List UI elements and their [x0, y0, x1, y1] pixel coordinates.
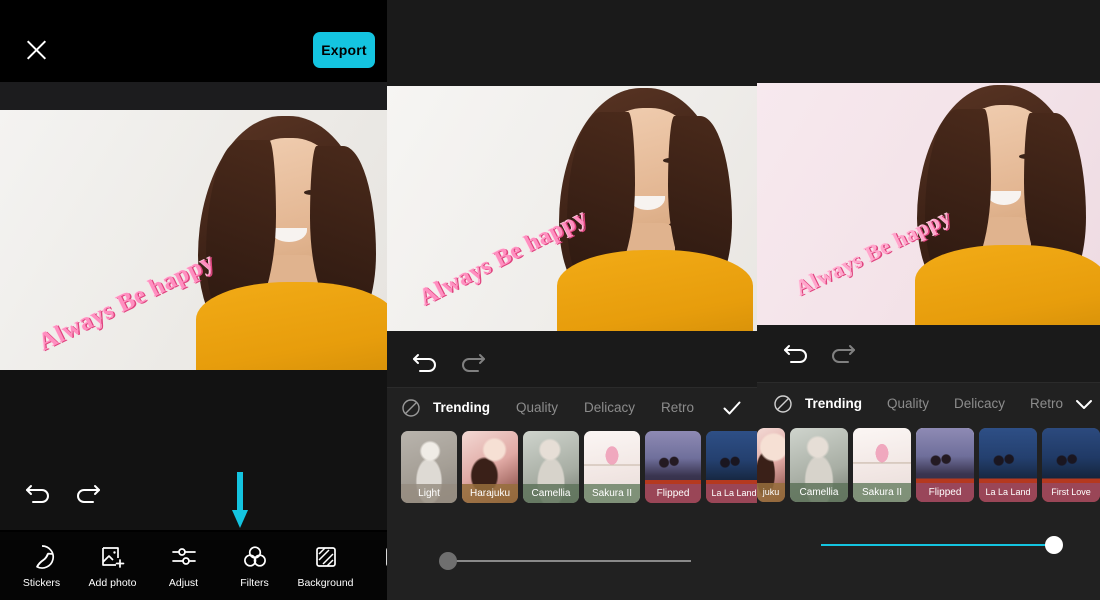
bottom-toolbar: Stickers Add photo Adjust Filters Backgr… — [0, 532, 387, 600]
filter-strength-slider[interactable] — [821, 535, 1063, 555]
filter-name: La La Land — [979, 483, 1037, 502]
filter-thumb[interactable]: Sakura II — [853, 428, 911, 502]
filter-category-tabs: Trending Quality Delicacy Retro — [757, 382, 1100, 424]
photo-canvas[interactable]: Always Be happy — [0, 110, 387, 370]
editor-panel-filter-applied: Always Be happy Trending Quality Delicac… — [757, 0, 1100, 600]
check-icon[interactable] — [721, 397, 743, 419]
redo-button[interactable] — [457, 349, 487, 375]
filter-thumb[interactable]: Harajuku — [462, 431, 518, 503]
portrait-shirt — [196, 282, 387, 370]
filter-name: First Love — [1042, 483, 1100, 502]
tab-trending[interactable]: Trending — [805, 396, 862, 411]
filter-name: juku — [757, 483, 785, 502]
tool-edit-image[interactable]: Edit — [361, 544, 387, 589]
tool-label: Background — [297, 576, 354, 589]
tool-label: Filters — [240, 576, 269, 589]
filter-strength-area — [757, 524, 1100, 600]
filter-name: Camellia — [790, 483, 848, 502]
redo-button[interactable] — [72, 480, 102, 506]
tool-label: Add photo — [88, 576, 137, 589]
photo-canvas[interactable]: Always Be happy — [387, 86, 757, 331]
filter-thumb[interactable]: Flipped — [645, 431, 701, 503]
filter-thumb[interactable]: La La Land — [979, 428, 1037, 502]
filter-name: Sakura II — [853, 483, 911, 502]
tool-filters[interactable]: Filters — [219, 544, 290, 589]
undo-button[interactable] — [24, 480, 54, 506]
tab-delicacy[interactable]: Delicacy — [584, 400, 635, 415]
tool-label: Adjust — [168, 576, 199, 589]
tab-quality[interactable]: Quality — [516, 400, 558, 415]
filter-strength-area — [387, 537, 757, 600]
undo-button[interactable] — [411, 349, 441, 375]
tool-label: Stickers — [22, 576, 61, 589]
filter-category-tabs: Trending Quality Delicacy Retro — [387, 387, 757, 427]
tab-retro[interactable]: Retro — [661, 400, 694, 415]
filter-thumb[interactable]: Camellia — [790, 428, 848, 502]
tool-add-photo[interactable]: Add photo — [77, 544, 148, 589]
no-filter-icon[interactable] — [773, 394, 793, 414]
top-bar: Export — [0, 0, 387, 82]
filter-name: Sakura II — [584, 484, 640, 503]
tool-adjust[interactable]: Adjust — [148, 544, 219, 589]
redo-button[interactable] — [827, 340, 857, 366]
editor-panel-main: Export Always Be happy Stickers Add phot… — [0, 0, 387, 600]
filter-thumb-selected[interactable]: Flipped — [916, 428, 974, 502]
no-filter-icon[interactable] — [401, 398, 421, 418]
filter-thumbnail-strip[interactable]: juku Camellia Sakura II Flipped La La La… — [757, 424, 1100, 524]
export-button[interactable]: Export — [313, 32, 375, 68]
filter-name: Flipped — [645, 484, 701, 503]
filter-thumb[interactable]: First Love — [1042, 428, 1100, 502]
down-arrow-icon — [232, 472, 248, 530]
close-icon[interactable] — [24, 38, 49, 63]
filter-name: Light — [401, 484, 457, 503]
tab-trending[interactable]: Trending — [433, 400, 490, 415]
filter-name: La La Land — [706, 484, 757, 503]
filter-thumb[interactable]: Camellia — [523, 431, 579, 503]
filter-thumb[interactable]: Light — [401, 431, 457, 503]
photo-canvas[interactable]: Always Be happy — [757, 83, 1100, 325]
filter-name: Flipped — [916, 483, 974, 502]
canvas-backdrop — [0, 370, 387, 530]
tab-retro[interactable]: Retro — [1030, 396, 1063, 411]
filter-name: Camellia — [523, 484, 579, 503]
tool-stickers[interactable]: Stickers — [6, 544, 77, 589]
filter-name: Harajuku — [462, 484, 518, 503]
undo-redo-bar — [387, 331, 757, 387]
filter-thumb[interactable]: Sakura II — [584, 431, 640, 503]
editor-panel-filters: Always Be happy Trending Quality Delicac… — [387, 0, 757, 600]
canvas-top-strip — [0, 82, 387, 110]
tool-background[interactable]: Background — [290, 544, 361, 589]
undo-button[interactable] — [782, 340, 812, 366]
tab-delicacy[interactable]: Delicacy — [954, 396, 1005, 411]
filter-thumb[interactable]: juku — [757, 428, 785, 502]
filter-strength-slider[interactable] — [439, 551, 691, 571]
filter-thumb[interactable]: La La Land — [706, 431, 757, 503]
chevron-down-icon[interactable] — [1074, 394, 1094, 414]
app-screenshot: Export Always Be happy Stickers Add phot… — [0, 0, 1100, 600]
tab-quality[interactable]: Quality — [887, 396, 929, 411]
filter-thumbnail-strip[interactable]: Light Harajuku Camellia Sakura II Flippe… — [387, 427, 757, 537]
